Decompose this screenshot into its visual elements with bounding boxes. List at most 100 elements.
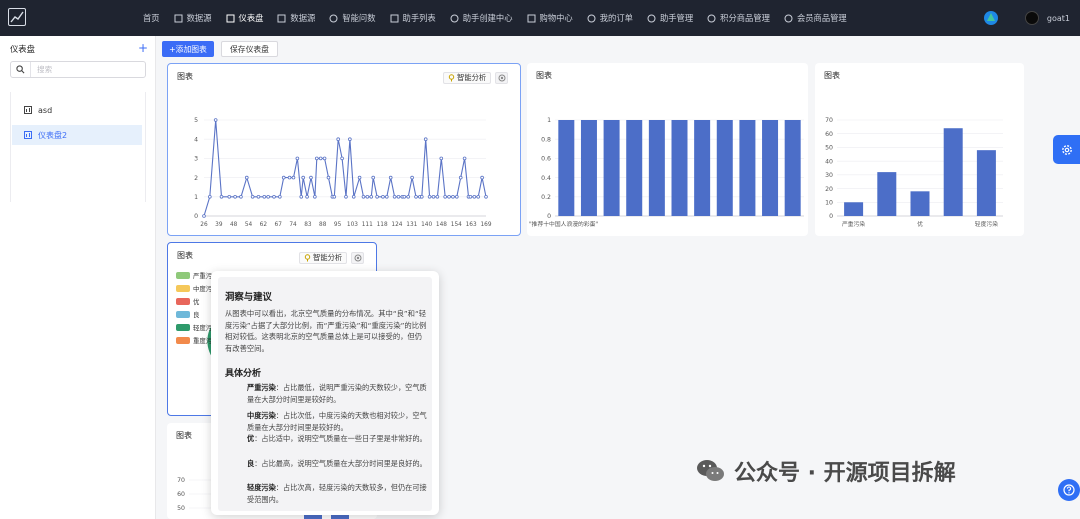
nav-item-label: 助手管理 <box>659 13 694 23</box>
pie-icon <box>784 14 793 22</box>
nav-item-5[interactable]: 智能问数 <box>322 0 382 36</box>
data-point <box>406 195 411 199</box>
sidebar-item-dashboard2[interactable]: 仪表盘2 <box>12 125 142 145</box>
nav-item-10[interactable]: 助手管理 <box>640 0 700 36</box>
data-point <box>208 195 212 199</box>
bar <box>739 120 756 216</box>
data-point <box>266 195 270 199</box>
bar <box>877 172 897 216</box>
data-point <box>348 137 352 141</box>
analysis-term: 严重污染 <box>247 383 276 392</box>
analysis-text: ：占比适中，说明空气质量在一些日子里是非常好的。 <box>254 434 427 443</box>
y-tick-label: 20 <box>825 186 833 193</box>
help-button[interactable] <box>1058 479 1080 501</box>
y-tick-label: 70 <box>177 477 185 484</box>
y-tick-label: 60 <box>177 491 185 498</box>
nav-item-1[interactable]: 首页 <box>136 0 167 36</box>
nav-item-7[interactable]: 助手创建中心 <box>443 0 520 36</box>
line-chart: 0 1 2 3 4 5 26 39 48 54 62 67 74 83 88 95 103 111 118 124 13… <box>194 117 492 228</box>
bar <box>671 120 688 216</box>
chart-card-bar[interactable]: 图表 0 0.2 0.4 0.6 0.8 1 "推荐十中国人浪漫的彩蛋" <box>527 63 808 236</box>
nav-item-8[interactable]: 购物中心 <box>520 0 580 36</box>
y-tick-label: 50 <box>177 505 185 512</box>
x-tick-label: 轻度污染 <box>975 220 998 228</box>
data-point <box>315 156 319 161</box>
search-icon <box>11 62 31 77</box>
data-point <box>351 195 356 199</box>
data-point <box>447 195 451 199</box>
analysis-term: 中度污染 <box>247 411 276 420</box>
y-tick-label: 4 <box>194 136 198 143</box>
x-tick-label: 26 <box>200 222 208 228</box>
floating-settings-button[interactable] <box>1053 135 1080 164</box>
chart-card-line[interactable]: 图表 智能分析 0 1 2 3 4 5 26 39 48 54 62 67 74 83 88 95 103 111… <box>167 63 521 236</box>
smart-analysis-button[interactable]: 智能分析 <box>299 252 348 264</box>
save-dashboard-button[interactable]: 保存仪表盘 <box>221 41 278 57</box>
question-icon <box>1063 484 1075 496</box>
data-point <box>318 156 323 161</box>
data-point <box>435 195 440 199</box>
data-point <box>340 156 344 161</box>
nav-item-label: 会员商品管理 <box>796 13 847 23</box>
sidebar-item-asd[interactable]: asd <box>12 100 142 120</box>
sidebar-title: 仪表盘 <box>10 44 35 54</box>
data-point <box>443 195 447 199</box>
x-tick-label: 111 <box>362 222 373 228</box>
y-tick-label: 1 <box>547 117 551 124</box>
data-point <box>484 195 488 199</box>
data-point <box>476 195 481 199</box>
nav-item-2[interactable]: 数据源 <box>167 0 219 36</box>
legend-label: 良 <box>193 311 200 319</box>
data-point <box>396 195 401 199</box>
search-input[interactable]: 搜索 <box>10 61 146 78</box>
nav-item-9[interactable]: 我的订单 <box>580 0 640 36</box>
bar <box>910 191 930 216</box>
legend-swatch <box>176 298 190 305</box>
data-point <box>420 195 424 199</box>
sidebar-item-label: asd <box>38 105 53 115</box>
x-tick-label: 154 <box>451 222 462 228</box>
bar <box>784 120 801 216</box>
chart-card-title: 图表 <box>177 251 193 260</box>
username[interactable]: goat1 <box>1047 14 1070 23</box>
x-tick-label: 54 <box>245 222 253 228</box>
data-point <box>202 214 206 218</box>
add-chart-button[interactable]: +添加图表 <box>162 41 214 57</box>
insight-paragraph: 从图表中可以看出，北京空气质量的分布情况。其中“良”和“轻度污染”占据了大部分比… <box>225 309 427 353</box>
nav-item-3[interactable]: 仪表盘 <box>219 0 271 36</box>
pie-icon <box>587 14 596 22</box>
nav-item-label: 购物中心 <box>539 13 573 23</box>
data-point <box>375 195 379 199</box>
nav-item-12[interactable]: 会员商品管理 <box>777 0 854 36</box>
y-tick-label: 60 <box>825 131 833 138</box>
add-dashboard-button[interactable]: + <box>138 41 148 55</box>
data-point <box>431 195 436 199</box>
nav-item-6[interactable]: 助手列表 <box>383 0 443 36</box>
data-point <box>291 175 296 180</box>
chart-card-pollution-bar[interactable]: 图表 0 10 20 30 40 50 60 70 严重污染优轻度污染 <box>815 63 1024 236</box>
data-point <box>313 195 317 199</box>
series-line <box>203 119 487 217</box>
data-point <box>472 195 477 199</box>
y-tick-label: 0 <box>547 213 551 220</box>
legend-swatch <box>176 337 190 344</box>
settings-icon[interactable] <box>351 252 365 264</box>
analysis-item: 轻度污染：占比次高，轻度污染的天数较多，但仍在可接受范围内。 <box>247 482 427 505</box>
divider <box>10 92 11 202</box>
data-point <box>278 195 282 199</box>
data-point <box>344 195 348 199</box>
x-tick-label: 83 <box>304 222 312 228</box>
database-icon <box>277 14 286 22</box>
bar <box>943 128 963 216</box>
nav-item-11[interactable]: 积分商品管理 <box>700 0 777 36</box>
y-tick-label: 3 <box>194 156 198 163</box>
app-logo[interactable] <box>8 8 26 26</box>
x-tick-label: 39 <box>215 222 223 228</box>
nav-item-4[interactable]: 数据源 <box>270 0 322 36</box>
dashboard-icon <box>24 131 32 139</box>
bar-chart: 0 10 20 30 40 50 60 70 严重污染 优 轻度污染 <box>825 117 1003 228</box>
avatar[interactable] <box>1024 11 1039 25</box>
watermark-text: 公众号 · 开源项目拆解 <box>734 461 956 486</box>
bulb-icon <box>304 254 311 262</box>
data-point <box>381 195 385 199</box>
